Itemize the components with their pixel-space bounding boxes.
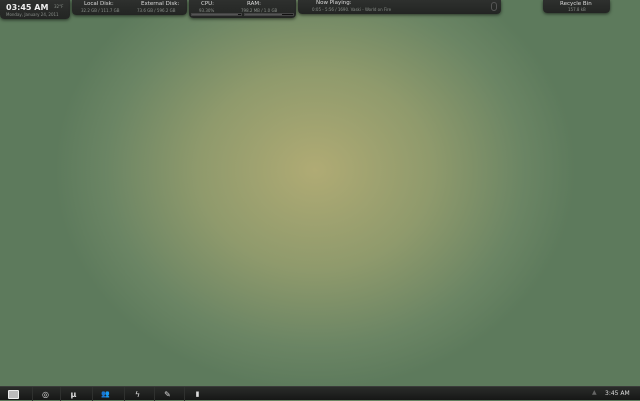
contacts-button[interactable]: 👥 [92,387,118,401]
external-disk-label: External Disk: [141,1,180,7]
utorrent-icon: µ [70,389,77,399]
now-playing-label: Now Playing: [316,0,352,6]
chrome-button[interactable]: ◎ [32,387,58,401]
clock-widget: 03:45 AM 32°F Monday, January 24, 2011 [0,0,70,19]
taskbar: ◎ µ 👥 ϟ ✎ ▮ ▲ 3:45 AM [0,386,640,401]
bottle-icon: ▮ [195,390,200,398]
local-disk-label: Local Disk: [84,1,114,7]
app-button[interactable]: ▮ [184,387,210,401]
desktop-icon [7,389,19,399]
cpu-bar [191,13,242,16]
taskbar-clock[interactable]: 3:45 AM [605,390,630,397]
temperature: 32°F [54,4,64,9]
external-disk-value: 73.6 GB / 596.2 GB [137,8,176,13]
feather-button[interactable]: ✎ [154,387,180,401]
local-disk-value: 32.2 GB / 111.7 GB [81,8,120,13]
ram-label: RAM: [247,1,261,7]
ram-bar [244,13,294,16]
recycle-bin-size: 157.8 kB [568,7,586,12]
media-controls-icon[interactable] [491,2,497,11]
clock-date: Monday, January 24, 2011 [6,12,59,17]
system-widget: CPU: 93.30% RAM: 798.2 MB / 1.0 GB [189,0,296,18]
show-desktop-button[interactable] [0,387,26,401]
disk-widget: Local Disk: 32.2 GB / 111.7 GB External … [72,0,187,15]
lightning-icon: ϟ [134,389,141,399]
chrome-icon: ◎ [42,389,49,399]
recycle-bin-widget[interactable]: Recycle Bin 157.8 kB [543,0,610,13]
winamp-button[interactable]: ϟ [124,387,150,401]
now-playing-widget[interactable]: Now Playing: 0:05 - 5:56 / 1690. Vaski -… [298,0,501,14]
utorrent-button[interactable]: µ [60,387,86,401]
clock-time: 03:45 AM [6,3,49,12]
now-playing-track: 0:05 - 5:56 / 1690. Vaski - World on Fir… [312,7,392,12]
feather-icon: ✎ [164,389,171,399]
users-icon: 👥 [101,390,110,398]
cpu-label: CPU: [201,1,215,7]
tray-expand-icon[interactable]: ▲ [592,389,597,396]
